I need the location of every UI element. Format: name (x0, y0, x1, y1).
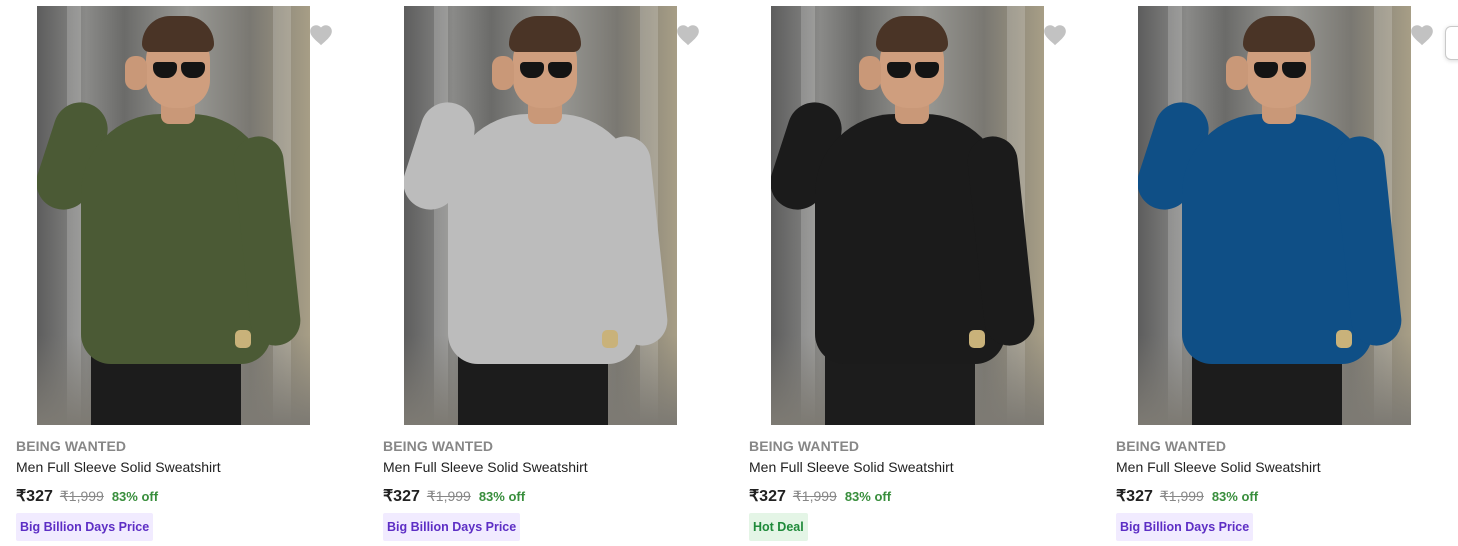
offer-badge: Big Billion Days Price (16, 513, 154, 541)
discount-text: 83% off (111, 489, 159, 504)
price-row: ₹327 ₹1,999 83% off (16, 486, 158, 506)
price-row: ₹327 ₹1,999 83% off (749, 486, 891, 506)
product-grid: BEING WANTED Men Full Sleeve Solid Sweat… (0, 0, 1458, 546)
product-image[interactable] (37, 6, 310, 425)
product-title[interactable]: Men Full Sleeve Solid Sweatshirt (383, 459, 588, 475)
selling-price: ₹327 (16, 488, 53, 505)
original-price: ₹1,999 (59, 488, 104, 504)
discount-text: 83% off (1211, 489, 1259, 504)
product-image[interactable] (1138, 6, 1411, 425)
original-price: ₹1,999 (426, 488, 471, 504)
brand-name: BEING WANTED (1116, 438, 1227, 454)
heart-icon[interactable] (675, 22, 701, 48)
heart-icon[interactable] (308, 22, 334, 48)
brand-name: BEING WANTED (383, 438, 494, 454)
product-image[interactable] (404, 6, 677, 425)
brand-name: BEING WANTED (16, 438, 127, 454)
offer-badge: Big Billion Days Price (1116, 513, 1254, 541)
heart-icon[interactable] (1409, 22, 1435, 48)
product-image[interactable] (771, 6, 1044, 425)
product-card[interactable]: BEING WANTED Men Full Sleeve Solid Sweat… (367, 0, 699, 546)
selling-price: ₹327 (383, 488, 420, 505)
discount-text: 83% off (844, 489, 892, 504)
product-title[interactable]: Men Full Sleeve Solid Sweatshirt (749, 459, 954, 475)
discount-text: 83% off (478, 489, 526, 504)
product-card[interactable]: BEING WANTED Men Full Sleeve Solid Sweat… (1100, 0, 1433, 546)
product-title[interactable]: Men Full Sleeve Solid Sweatshirt (16, 459, 221, 475)
offer-badge: Big Billion Days Price (383, 513, 521, 541)
price-row: ₹327 ₹1,999 83% off (1116, 486, 1258, 506)
price-row: ₹327 ₹1,999 83% off (383, 486, 525, 506)
selling-price: ₹327 (749, 488, 786, 505)
original-price: ₹1,999 (792, 488, 837, 504)
product-card[interactable]: BEING WANTED Men Full Sleeve Solid Sweat… (0, 0, 332, 546)
heart-icon[interactable] (1042, 22, 1068, 48)
carousel-next-button[interactable] (1445, 26, 1458, 60)
offer-badge: Hot Deal (749, 513, 808, 541)
product-card[interactable]: BEING WANTED Men Full Sleeve Solid Sweat… (733, 0, 1066, 546)
brand-name: BEING WANTED (749, 438, 860, 454)
original-price: ₹1,999 (1159, 488, 1204, 504)
product-title[interactable]: Men Full Sleeve Solid Sweatshirt (1116, 459, 1321, 475)
selling-price: ₹327 (1116, 488, 1153, 505)
